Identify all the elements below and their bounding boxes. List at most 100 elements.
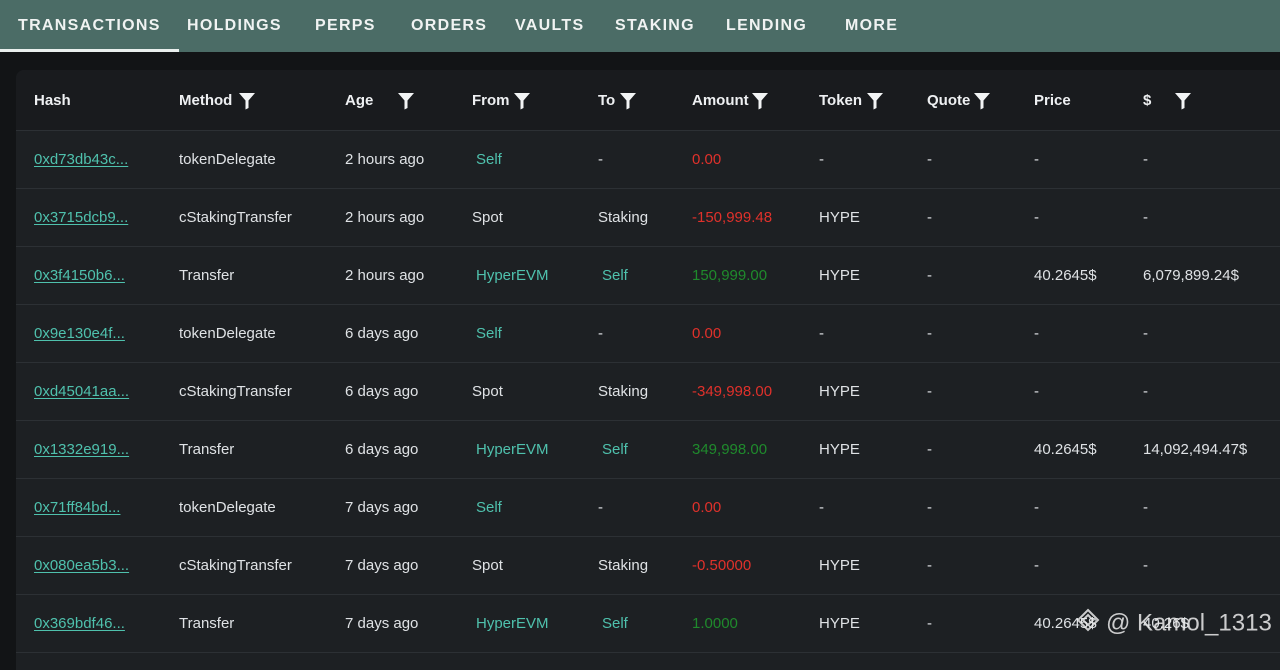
filter-icon[interactable] (396, 91, 416, 111)
cell-age: 2 hours ago (345, 267, 425, 284)
filter-icon[interactable] (512, 91, 532, 111)
watermark-text: @ Kamol_1313 (1106, 609, 1272, 637)
column-header-to: To (598, 92, 616, 109)
filter-icon[interactable] (972, 91, 992, 111)
cell-quote: - (927, 209, 932, 226)
tab-lending[interactable]: LENDING (726, 0, 807, 52)
cell-age: 7 days ago (345, 499, 419, 516)
column-header-token: Token (819, 92, 863, 109)
table-row[interactable]: 0xd73db43c... tokenDelegate 2 hours ago Sel… (16, 131, 1280, 189)
column-header-amount: Amount (692, 92, 749, 109)
cell-quote: - (927, 499, 932, 516)
cell-hash[interactable]: 0x9e130e4f... (34, 305, 125, 362)
cell-hash[interactable]: 0x71ff84bd... (34, 479, 120, 536)
cell-to: - (598, 325, 603, 342)
cell-hash[interactable]: 0xd73db43c... (34, 131, 128, 188)
cell-token: HYPE (819, 441, 860, 458)
cell-method: tokenDelegate (179, 499, 276, 516)
table-row[interactable]: 0x3715dcb9... cStakingTransfer 2 hours ago… (16, 189, 1280, 247)
cell-quote: - (927, 557, 932, 574)
cell-to[interactable]: Self (602, 421, 628, 478)
cell-price: - (1034, 325, 1039, 342)
cell-usd: - (1143, 151, 1148, 168)
table-header: Hash Method Age From To Amount Token Quote Price… (16, 70, 1280, 131)
tab-more[interactable]: MORE (845, 0, 898, 52)
cell-price: 40.2645$ (1034, 267, 1097, 284)
cell-to: - (598, 499, 603, 516)
cell-from[interactable]: Self (476, 479, 502, 536)
cell-to: Staking (598, 209, 649, 226)
column-header-hash: Hash (34, 92, 71, 109)
cell-quote: - (927, 325, 932, 342)
table-row[interactable]: 0x080ea5b3... cStakingTransfer 7 days ago S… (16, 537, 1280, 595)
filter-icon[interactable] (750, 91, 770, 111)
cell-usd: - (1143, 383, 1148, 400)
cell-age: 7 days ago (345, 615, 419, 632)
cell-hash[interactable]: 0x3f4150b6... (34, 247, 125, 304)
cell-method: tokenDelegate (179, 151, 276, 168)
cell-from[interactable]: Self (476, 131, 502, 188)
cell-token: HYPE (819, 267, 860, 284)
cell-to[interactable]: Self (602, 247, 628, 304)
tab-perps[interactable]: PERPS (315, 0, 376, 52)
tab-vaults[interactable]: VAULTS (515, 0, 584, 52)
watermark: @ Kamol_1313 (1076, 608, 1272, 638)
filter-icon[interactable] (865, 91, 885, 111)
cell-quote: - (927, 267, 932, 284)
cell-price: - (1034, 209, 1039, 226)
binance-square-logo-icon (1076, 608, 1100, 640)
column-header-usd: $ (1143, 92, 1152, 109)
tab-orders[interactable]: ORDERS (411, 0, 487, 52)
filter-icon[interactable] (618, 91, 638, 111)
cell-from: Spot (472, 383, 503, 400)
cell-hash[interactable]: 0x1332e919... (34, 421, 129, 478)
cell-usd: 6,079,899.24$ (1143, 267, 1239, 284)
column-header-from: From (472, 92, 510, 109)
column-header-price: Price (1034, 92, 1071, 109)
cell-hash[interactable]: 0xd45041aa... (34, 363, 129, 420)
top-tab-bar: TRANSACTIONS HOLDINGS PERPS ORDERS VAULTS STA… (0, 0, 1280, 52)
filter-icon[interactable] (1173, 91, 1193, 111)
table-row[interactable]: 0x3f4150b6... Transfer 2 hours ago HyperEVM… (16, 247, 1280, 305)
cell-amount: 349,998.00 (692, 441, 768, 458)
column-header-age: Age (345, 92, 374, 109)
cell-from: Spot (472, 557, 503, 574)
cell-to: Staking (598, 383, 649, 400)
cell-amount: 0.00 (692, 151, 722, 168)
cell-to: Staking (598, 557, 649, 574)
cell-quote: - (927, 151, 932, 168)
table-row[interactable]: 0xd45041aa... cStakingTransfer 6 days ago S… (16, 363, 1280, 421)
filter-icon[interactable] (237, 91, 257, 111)
cell-usd: - (1143, 209, 1148, 226)
cell-hash[interactable]: 0x3715dcb9... (34, 189, 128, 246)
table-row[interactable]: 0x9e130e4f... tokenDelegate 6 days ago Self… (16, 305, 1280, 363)
cell-usd: 14,092,494.47$ (1143, 441, 1248, 458)
cell-from[interactable]: HyperEVM (476, 247, 549, 304)
cell-amount: -150,999.48 (692, 209, 773, 226)
cell-to[interactable]: Self (602, 595, 628, 652)
cell-age: 2 hours ago (345, 209, 425, 226)
cell-from[interactable]: Self (476, 305, 502, 362)
cell-age: 6 days ago (345, 383, 419, 400)
cell-token: HYPE (819, 209, 860, 226)
cell-from[interactable]: HyperEVM (476, 595, 549, 652)
tab-transactions[interactable]: TRANSACTIONS (0, 0, 179, 52)
cell-price: - (1034, 151, 1039, 168)
tab-staking[interactable]: STAKING (615, 0, 695, 52)
cell-hash[interactable]: 0x080ea5b3... (34, 537, 129, 594)
cell-amount: 0.00 (692, 325, 722, 342)
table-row[interactable]: 0x71ff84bd... tokenDelegate 7 days ago Self… (16, 479, 1280, 537)
cell-token: HYPE (819, 383, 860, 400)
cell-hash[interactable]: 0x369bdf46... (34, 595, 125, 652)
tab-holdings[interactable]: HOLDINGS (187, 0, 282, 52)
table-row[interactable]: 0x1332e919... Transfer 6 days ago HyperEVM S… (16, 421, 1280, 479)
cell-method: cStakingTransfer (179, 557, 292, 574)
cell-usd: - (1143, 557, 1148, 574)
cell-method: Transfer (179, 441, 235, 458)
cell-price: - (1034, 557, 1039, 574)
cell-token: HYPE (819, 557, 860, 574)
cell-from[interactable]: HyperEVM (476, 421, 549, 478)
cell-quote: - (927, 383, 932, 400)
cell-amount: 150,999.00 (692, 267, 768, 284)
cell-price: 40.2645$ (1034, 441, 1097, 458)
